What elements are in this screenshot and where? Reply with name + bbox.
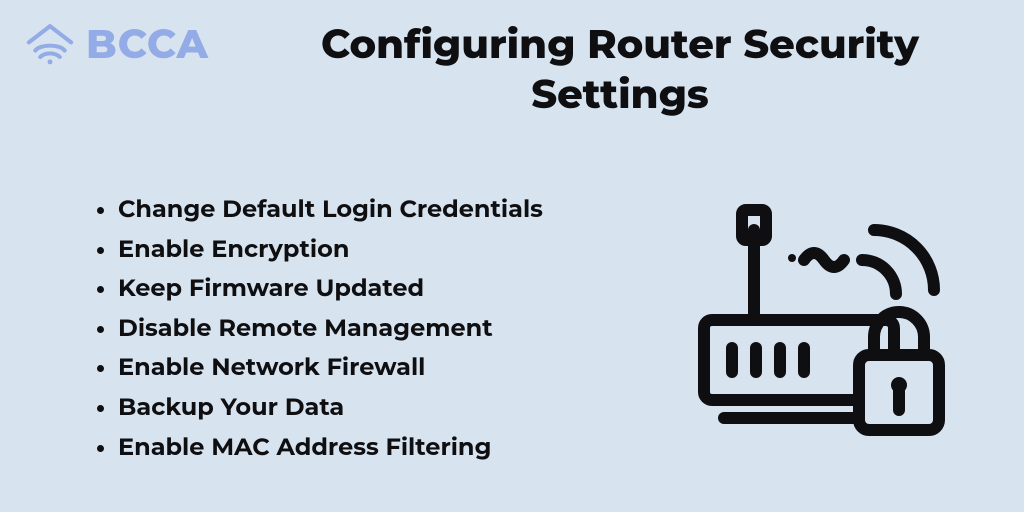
wifi-house-icon [24,18,76,70]
list-item: Enable Encryption [118,230,610,270]
list-item: Keep Firmware Updated [118,269,610,309]
router-lock-wifi-icon [684,190,964,450]
slide: BCCA Configuring Router Security Setting… [0,0,1024,512]
list-item: Change Default Login Credentials [118,190,610,230]
brand-logo: BCCA [24,18,209,70]
brand-name: BCCA [86,20,209,69]
list-item: Backup Your Data [118,388,610,428]
list-item: Enable MAC Address Filtering [118,428,610,468]
list-item: Disable Remote Management [118,309,610,349]
page-title: Configuring Router Security Settings [300,20,940,120]
security-settings-list: Change Default Login Credentials Enable … [90,190,610,467]
list-item: Enable Network Firewall [118,348,610,388]
